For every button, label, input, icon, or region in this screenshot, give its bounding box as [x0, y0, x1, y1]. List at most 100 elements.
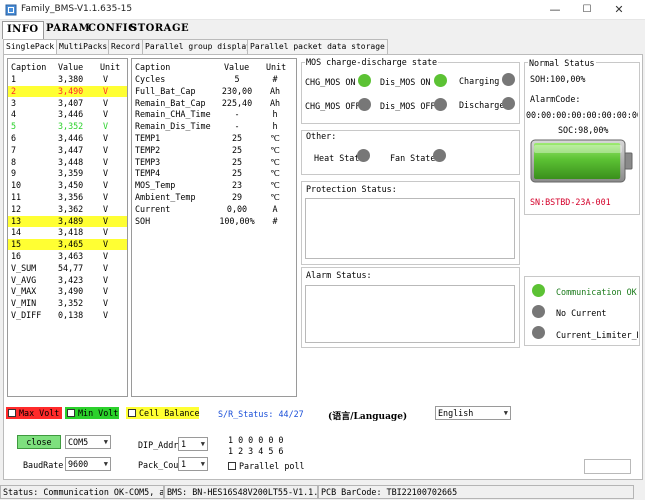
table-row: Current 0,00 A	[132, 204, 296, 215]
table-row: 9 3,359 V	[8, 168, 127, 179]
fan-state-indicator	[433, 149, 446, 162]
cell-value: 3,465	[58, 239, 84, 250]
cell-value: 3,380	[58, 74, 84, 84]
chevron-down-icon: ▼	[200, 440, 205, 448]
baudrate-select[interactable]: 9600 ▼	[65, 457, 111, 471]
cell-value: 3,423	[58, 274, 84, 285]
info-value: 25	[231, 168, 243, 179]
cell-value: 3,359	[58, 168, 84, 179]
table-row: TEMP2 25 ℃	[132, 145, 296, 156]
chevron-down-icon: ▼	[103, 460, 108, 468]
info-unit: #	[272, 215, 278, 226]
cell-value: 3,450	[58, 180, 84, 191]
minimize-button[interactable]: —	[540, 0, 570, 20]
alarm-status-textbox[interactable]	[305, 285, 515, 343]
pack-info-table: Caption Value Unit Cycles 5 # Full_Bat_Cap 2…	[131, 58, 297, 397]
min-volt-label: Min Volt	[78, 408, 119, 418]
subtab-singlepack[interactable]: SinglePack	[3, 39, 58, 55]
min-volt-checkbox[interactable]	[67, 409, 75, 417]
max-volt-checkbox[interactable]	[8, 409, 16, 417]
baudrate-label: BaudRate	[23, 460, 64, 470]
battery-icon	[527, 136, 637, 186]
serial-number: SN:BSTBD-23A-001	[530, 197, 611, 207]
cell-unit: V	[103, 227, 109, 238]
info-value: 100,00%	[219, 215, 255, 226]
maximize-button[interactable]: ☐	[572, 0, 602, 20]
alarm-code-value: 00:00:00:00:00:00:00:00	[526, 110, 638, 120]
info-caption: TEMP3	[135, 156, 161, 167]
column-header-caption: Caption	[11, 62, 47, 72]
current-limiter-indicator	[532, 326, 545, 339]
table-row: 7 3,447 V	[8, 145, 127, 156]
info-unit: ℃	[270, 133, 280, 143]
language-select[interactable]: English ▼	[435, 406, 511, 420]
dip-addr-value: 1	[181, 439, 187, 449]
column-header-caption: Caption	[135, 62, 171, 72]
info-value: -	[234, 121, 240, 132]
subtab-parallel-packet-storage[interactable]: Parallel packet data storage	[247, 39, 388, 54]
small-input-field[interactable]	[584, 459, 631, 474]
info-value: 25	[231, 156, 243, 167]
cell-caption: 15	[11, 239, 22, 250]
info-unit: ℃	[270, 168, 280, 179]
cell-caption: 3	[11, 97, 17, 108]
column-header-unit: Unit	[266, 62, 287, 72]
dip-addr-label: DIP_Addr	[138, 440, 179, 450]
com-port-select[interactable]: COM5 ▼	[65, 435, 111, 449]
table-row: 11 3,356 V	[8, 192, 127, 203]
chevron-down-icon: ▼	[503, 409, 508, 417]
cell-caption: 1	[11, 74, 17, 84]
cell-value: 3,463	[58, 251, 84, 261]
window-title: Family_BMS-V1.1.635-15	[21, 4, 133, 14]
tab-info[interactable]: INFO	[2, 21, 44, 39]
table-row: Cycles 5 #	[132, 74, 296, 85]
table-row: 5 3,352 V	[8, 121, 127, 132]
chg-mos-off-label: CHG_MOS OFF	[305, 101, 361, 111]
max-volt-label: Max Volt	[19, 408, 60, 418]
close-port-button[interactable]: close	[17, 435, 61, 449]
chg-mos-off-indicator	[358, 98, 371, 111]
top-tab-bar: INFO PARAM CONFIG STORAGE	[0, 21, 645, 39]
pack-count-value: 1	[181, 459, 187, 469]
pack-count-select[interactable]: 1 ▼	[178, 457, 208, 471]
tab-storage[interactable]: STORAGE	[126, 21, 193, 38]
table-row: TEMP3 25 ℃	[132, 157, 296, 168]
info-unit: h	[272, 109, 278, 120]
cell-value: 3,418	[58, 227, 84, 238]
info-unit: #	[272, 74, 278, 84]
dis-mos-on-label: Dis_MOS ON	[380, 77, 431, 87]
soh-text: SOH:100,00%	[530, 74, 586, 84]
cell-unit: V	[103, 310, 109, 320]
info-caption: TEMP4	[135, 168, 161, 179]
cell-unit: V	[103, 203, 109, 214]
cell-caption: 13	[11, 215, 22, 226]
info-caption: TEMP2	[135, 144, 161, 155]
parallel-poll-checkbox[interactable]	[228, 462, 236, 470]
cell-caption: 6	[11, 133, 17, 143]
subtab-multipacks[interactable]: MultiPacks	[56, 39, 111, 54]
no-current-indicator	[532, 305, 545, 318]
info-caption: Full_Bat_Cap	[135, 85, 196, 96]
info-unit: ℃	[270, 156, 280, 167]
normal-status-title: Normal Status	[528, 58, 596, 68]
protection-status-textbox[interactable]	[305, 198, 515, 259]
close-window-button[interactable]: ✕	[604, 0, 634, 20]
cell-unit: V	[103, 262, 109, 273]
sr-status: S/R_Status: 44/27	[218, 409, 304, 419]
table-row: V_AVG 3,423 V	[8, 275, 127, 286]
info-caption: Remain_CHA_Time	[135, 109, 211, 120]
app-icon	[5, 4, 17, 16]
subtab-record[interactable]: Record	[108, 39, 143, 54]
dip-addr-select[interactable]: 1 ▼	[178, 437, 208, 451]
baudrate-value: 9600	[68, 459, 89, 469]
max-volt-legend: Max Volt	[6, 407, 62, 419]
subtab-parallel-group-display[interactable]: Parallel group display	[142, 39, 254, 54]
info-unit: Ah	[269, 85, 281, 96]
cell-balance-checkbox[interactable]	[128, 409, 136, 417]
cell-value: 0,138	[58, 310, 84, 320]
info-value: 25	[231, 133, 243, 143]
language-select-value: English	[438, 408, 474, 418]
dis-mos-off-indicator	[434, 98, 447, 111]
table-header: Caption Value Unit	[8, 62, 127, 73]
cell-caption: 2	[11, 85, 17, 96]
